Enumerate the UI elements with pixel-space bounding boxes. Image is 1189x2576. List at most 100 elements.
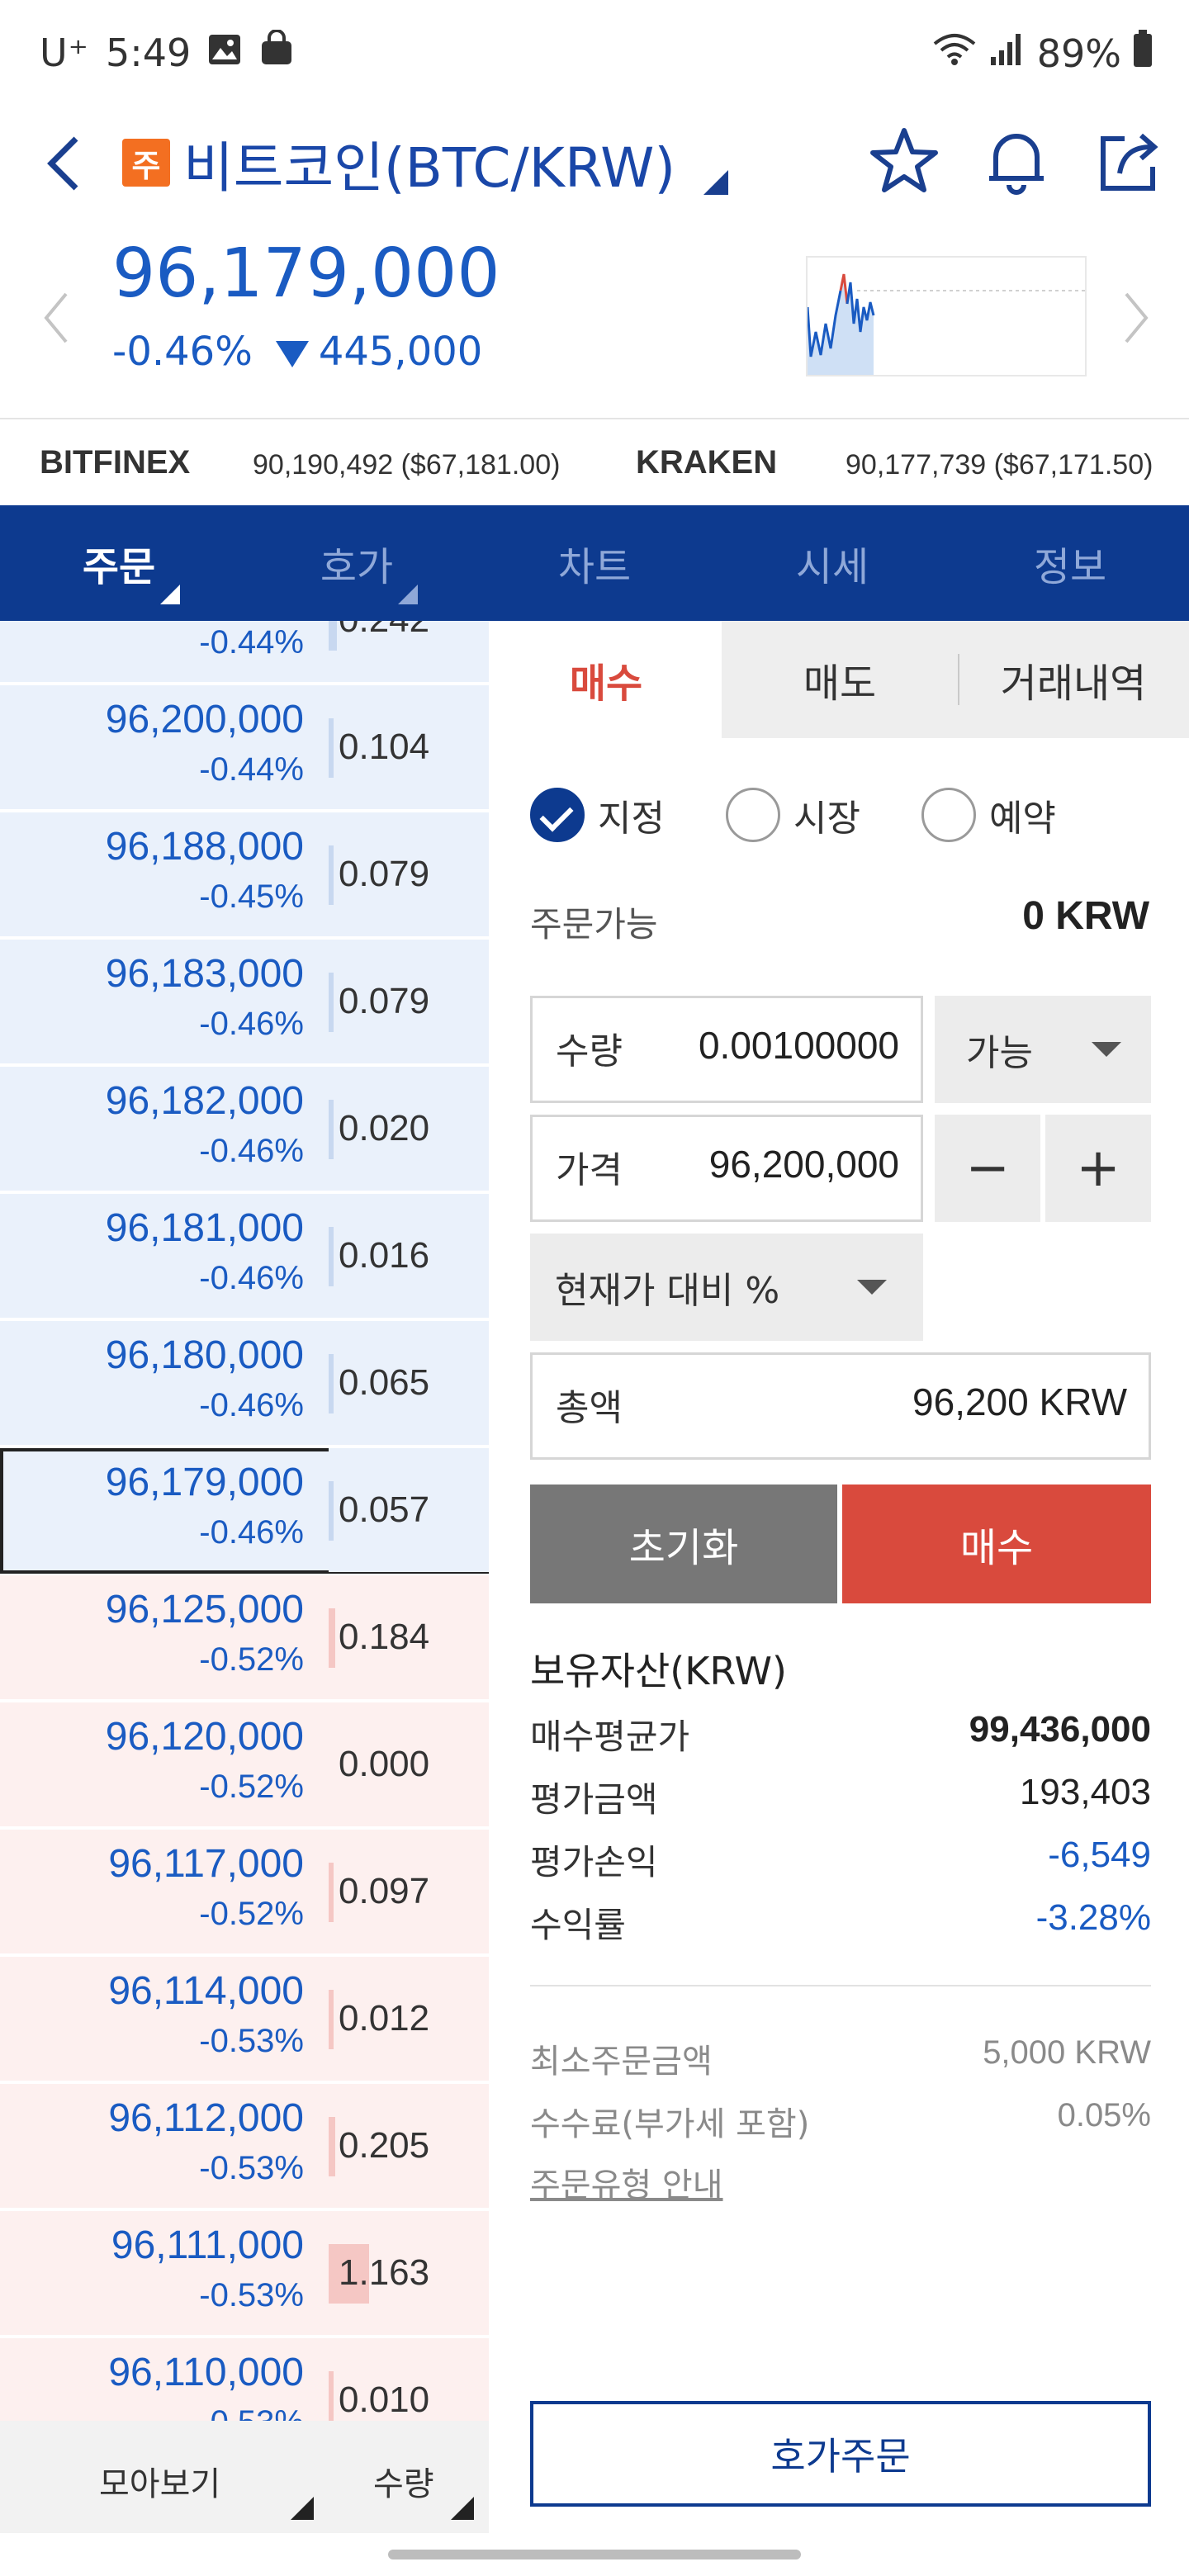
order-book-row[interactable]: 96,117,000 -0.52% 0.097 — [0, 1830, 489, 1955]
order-book-row[interactable]: 96,111,000 -0.53% 1.163 — [0, 2211, 489, 2337]
radio-limit[interactable]: 지정 — [530, 788, 665, 842]
order-price-cell[interactable]: 96,183,000 -0.46% — [0, 940, 327, 1063]
home-indicator[interactable] — [388, 2550, 801, 2559]
order-book-row[interactable]: 96,200,000 -0.44% 0.104 — [0, 685, 489, 811]
order-book-row[interactable]: 96,180,000 -0.46% 0.065 — [0, 1321, 489, 1447]
favorite-star-icon[interactable] — [867, 124, 941, 198]
tab-buy[interactable]: 매수 — [490, 621, 722, 738]
order-quantity: 0.097 — [339, 1871, 430, 1911]
order-price-cell[interactable]: 96,111,000 -0.53% — [0, 2211, 327, 2335]
holding-value: -6,549 — [1048, 1835, 1151, 1875]
order-quantity-cell[interactable]: 0.065 — [329, 1321, 489, 1445]
tab-info[interactable]: 정보 — [951, 505, 1189, 621]
order-quantity-cell[interactable]: 0.020 — [329, 1067, 489, 1191]
order-book-row[interactable]: 96,181,000 -0.46% 0.016 — [0, 1194, 489, 1319]
back-button[interactable] — [40, 130, 89, 197]
available-dropdown[interactable]: 가능 — [935, 996, 1151, 1103]
order-price: 96,180,000 — [105, 1333, 304, 1377]
order-book-row[interactable]: 96,114,000 -0.53% 0.012 — [0, 1957, 489, 2082]
holding-row: 평가손익 -6,549 — [530, 1835, 1151, 1884]
next-coin-button[interactable] — [1120, 289, 1153, 347]
quantity-input[interactable]: 수량 0.00100000 — [530, 996, 923, 1103]
share-icon[interactable] — [1092, 124, 1166, 198]
order-quantity-cell[interactable]: 0.016 — [329, 1194, 489, 1318]
exchange-name: KRAKEN — [636, 444, 778, 481]
order-quantity: 0.010 — [339, 2379, 430, 2420]
order-quantity-cell[interactable]: 0.000 — [329, 1702, 489, 1826]
order-quantity-cell[interactable]: 0.205 — [329, 2084, 489, 2208]
radio-market[interactable]: 시장 — [725, 788, 860, 842]
order-book-row[interactable]: 96,188,000 -0.45% 0.079 — [0, 812, 489, 938]
order-book-row[interactable]: 96,120,000 -0.52% 0.000 — [0, 1702, 489, 1828]
divider — [530, 1985, 1151, 1986]
title-dropdown-caret-icon[interactable] — [703, 170, 728, 195]
order-price-cell[interactable]: 96,179,000 -0.46% — [0, 1448, 327, 1572]
total-amount-field[interactable]: 총액 96,200 KRW — [530, 1352, 1151, 1460]
percent-of-current-dropdown[interactable]: 현재가 대비 % — [530, 1234, 923, 1341]
volume-bar — [329, 1608, 335, 1668]
order-price-cell[interactable]: 96,117,000 -0.52% — [0, 1830, 327, 1953]
order-quantity-cell[interactable]: 0.104 — [329, 685, 489, 809]
order-book-row[interactable]: 96,110,000 -0.53% 0.010 — [0, 2338, 489, 2421]
quantity-toggle-button[interactable]: 수량 — [373, 2457, 434, 2505]
order-book-row[interactable]: -0.44% 0.242 — [0, 621, 489, 684]
order-quantity-cell[interactable]: 0.057 — [329, 1448, 489, 1572]
aggregate-view-button[interactable]: 모아보기 — [99, 2457, 220, 2505]
tab-corner-icon — [398, 585, 418, 604]
order-quantity-cell[interactable]: 0.097 — [329, 1830, 489, 1953]
order-price-cell[interactable]: 96,200,000 -0.44% — [0, 685, 327, 809]
tab-trade-history[interactable]: 거래내역 — [958, 621, 1189, 738]
radio-reserve[interactable]: 예약 — [921, 788, 1056, 842]
tab-chart[interactable]: 차트 — [476, 505, 713, 621]
coin-title[interactable]: 비트코인(BTC/KRW) — [183, 124, 675, 203]
order-price-cell[interactable]: 96,112,000 -0.53% — [0, 2084, 327, 2208]
tab-sell[interactable]: 매도 — [722, 621, 958, 738]
price-input[interactable]: 가격 96,200,000 — [530, 1115, 923, 1222]
order-price-cell[interactable]: 96,188,000 -0.45% — [0, 812, 327, 936]
tab-quote[interactable]: 호가 — [238, 505, 476, 621]
order-percent: -0.53% — [199, 2150, 304, 2186]
order-quantity-cell[interactable]: 0.012 — [329, 1957, 489, 2081]
order-price-cell[interactable]: 96,180,000 -0.46% — [0, 1321, 327, 1445]
price-decrement-button[interactable]: − — [935, 1115, 1040, 1222]
order-quantity-cell[interactable]: 0.184 — [329, 1575, 489, 1699]
buy-button[interactable]: 매수 — [842, 1485, 1151, 1603]
prev-coin-button[interactable] — [40, 289, 73, 347]
quote-order-button[interactable]: 호가주문 — [530, 2401, 1151, 2507]
order-quantity-cell[interactable]: 0.079 — [329, 812, 489, 936]
order-price-cell[interactable]: 96,182,000 -0.46% — [0, 1067, 327, 1191]
order-price: 96,111,000 — [111, 2223, 304, 2267]
order-price-cell[interactable]: -0.44% — [0, 621, 327, 682]
order-quantity-cell[interactable]: 0.079 — [329, 940, 489, 1063]
order-quantity: 0.065 — [339, 1362, 430, 1403]
order-price-cell[interactable]: 96,110,000 -0.53% — [0, 2338, 327, 2421]
order-book-row[interactable]: 96,125,000 -0.52% 0.184 — [0, 1575, 489, 1701]
price-increment-button[interactable]: + — [1045, 1115, 1151, 1222]
mini-price-chart[interactable] — [806, 256, 1087, 376]
order-book-row[interactable]: 96,112,000 -0.53% 0.205 — [0, 2084, 489, 2209]
tab-market-price[interactable]: 시세 — [713, 505, 951, 621]
available-value: 0 KRW — [1022, 894, 1149, 938]
order-book-row[interactable]: 96,182,000 -0.46% 0.020 — [0, 1067, 489, 1192]
order-book-row[interactable]: 96,183,000 -0.46% 0.079 — [0, 940, 489, 1065]
order-quantity-cell[interactable]: 1.163 — [329, 2211, 489, 2335]
info-label: 수수료(부가세 포함) — [530, 2105, 810, 2143]
order-book[interactable]: -0.44% 0.242 96,200,000 -0.44% 0.104 96,188,0… — [0, 621, 489, 2421]
order-percent: -0.46% — [199, 1006, 304, 1042]
order-quantity-cell[interactable]: 0.242 — [329, 621, 489, 682]
reset-button[interactable]: 초기화 — [530, 1485, 837, 1603]
order-percent: -0.44% — [199, 624, 304, 661]
order-quantity: 0.016 — [339, 1235, 430, 1276]
order-price-cell[interactable]: 96,125,000 -0.52% — [0, 1575, 327, 1699]
volume-bar — [329, 2371, 334, 2421]
order-price-cell[interactable]: 96,181,000 -0.46% — [0, 1194, 327, 1318]
coin-type-badge: 주 — [122, 139, 170, 187]
order-book-row-current[interactable]: 96,179,000 -0.46% 0.057 — [0, 1448, 489, 1574]
alarm-bell-icon[interactable] — [979, 124, 1054, 198]
order-quantity-cell[interactable]: 0.010 — [329, 2338, 489, 2421]
chevron-left-icon — [47, 136, 78, 191]
order-type-guide-link[interactable]: 주문유형 안내 — [530, 2158, 723, 2206]
order-price-cell[interactable]: 96,114,000 -0.53% — [0, 1957, 327, 2081]
tab-order[interactable]: 주문 — [0, 505, 238, 621]
order-price-cell[interactable]: 96,120,000 -0.52% — [0, 1702, 327, 1826]
